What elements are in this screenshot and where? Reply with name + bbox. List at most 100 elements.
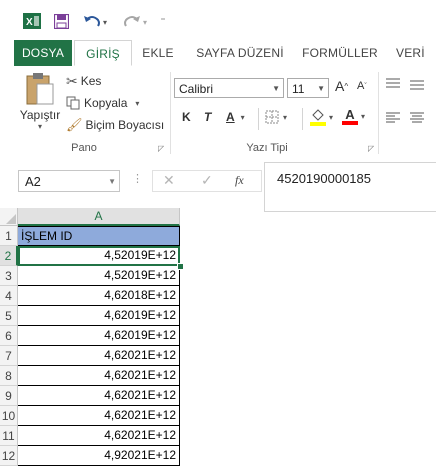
format-painter-label: Biçim Boyacısı	[85, 118, 165, 132]
redo-icon[interactable]: ▾	[120, 10, 154, 32]
header-cell[interactable]: İŞLEM ID	[18, 226, 180, 246]
paste-button[interactable]: Yapıştır ▾	[18, 72, 62, 132]
copy-icon	[66, 96, 80, 110]
data-cell[interactable]: 4,62021E+12	[18, 346, 180, 366]
row-header[interactable]: 12	[0, 446, 18, 466]
font-launcher-icon[interactable]: ◸	[368, 144, 374, 153]
align-top-button[interactable]	[386, 78, 400, 90]
data-cell[interactable]: 4,62021E+12	[18, 426, 180, 446]
paste-label: Yapıştır	[19, 108, 61, 122]
chevron-down-icon: ▾	[240, 112, 245, 122]
chevron-down-icon: ▾	[283, 112, 288, 122]
row-header[interactable]: 5	[0, 306, 18, 326]
formula-input[interactable]: 4520190000185	[264, 162, 436, 212]
column-header-a[interactable]: A	[18, 208, 180, 226]
data-cell[interactable]: 4,52019E+12	[18, 246, 180, 266]
tab-data[interactable]: VERİ	[396, 40, 436, 66]
row-header[interactable]: 6	[0, 326, 18, 346]
font-color-bar	[342, 121, 358, 125]
undo-icon[interactable]: ▾	[80, 10, 114, 32]
brush-icon: 🖌	[66, 117, 83, 132]
font-name-value: Calibri	[179, 82, 214, 96]
align-left-icon	[386, 112, 400, 123]
font-name-select[interactable]: Calibri ▼	[174, 78, 284, 98]
align-middle-button[interactable]	[410, 78, 424, 90]
font-size-select[interactable]: 11 ▼	[287, 78, 329, 98]
data-cell[interactable]: 4,62019E+12	[18, 326, 180, 346]
copy-button[interactable]: Kopyala ▾	[66, 94, 139, 112]
data-cell[interactable]: 4,62021E+12	[18, 366, 180, 386]
data-cell[interactable]: 4,62019E+12	[18, 306, 180, 326]
formula-buttons: ✕ ✓ fx	[152, 170, 262, 192]
data-cell[interactable]: 4,92021E+12	[18, 446, 180, 466]
borders-icon	[265, 110, 279, 124]
tab-page-layout[interactable]: SAYFA DÜZENİ	[190, 40, 290, 66]
data-cell[interactable]: 4,62018E+12	[18, 286, 180, 306]
borders-button[interactable]: ▾	[265, 110, 287, 124]
clipboard-launcher-icon[interactable]: ◸	[158, 144, 164, 153]
select-all-corner[interactable]	[0, 208, 18, 226]
data-cell[interactable]: 4,52019E+12	[18, 266, 180, 286]
fill-color-button[interactable]: ▾	[310, 108, 333, 126]
ribbon: Yapıştır ▾ ✂ Kes Kopyala ▾ 🖌 Biçim Boyac…	[0, 66, 436, 159]
cut-button[interactable]: ✂ Kes	[66, 72, 101, 90]
svg-text:▾: ▾	[143, 18, 147, 27]
row-header[interactable]: 8	[0, 366, 18, 386]
font-size-value: 11	[292, 82, 305, 96]
paste-icon	[26, 73, 54, 105]
group-separator	[378, 72, 379, 154]
align-top-icon	[386, 78, 400, 88]
chevron-down-icon: ▾	[135, 98, 140, 108]
data-cell[interactable]: 4,62021E+12	[18, 386, 180, 406]
tab-insert[interactable]: EKLE	[136, 40, 180, 66]
data-cell[interactable]: 4,62021E+12	[18, 406, 180, 426]
excel-logo-icon: X	[22, 10, 42, 32]
font-color-label: A	[345, 107, 355, 122]
quick-access-toolbar: X ▾ ▾ ⁼	[0, 0, 436, 40]
group-separator	[170, 72, 171, 154]
underline-button[interactable]: A ▾	[226, 110, 245, 124]
chevron-down-icon: ▼	[272, 84, 280, 93]
worksheet-grid: A 1 İŞLEM ID 2 4,52019E+12 3 4,52019E+12 4 4,62…	[0, 208, 436, 476]
fill-handle[interactable]	[177, 263, 184, 270]
group-label-font: Yazı Tipi	[246, 142, 288, 154]
bold-label: K	[182, 110, 191, 124]
align-left-button[interactable]	[386, 112, 400, 124]
cut-label: Kes	[80, 74, 102, 88]
tab-home[interactable]: GİRİŞ	[74, 40, 132, 66]
svg-text:▾: ▾	[103, 18, 107, 27]
grow-font-button[interactable]: A ^	[335, 78, 348, 94]
group-separator	[258, 108, 259, 130]
row-header[interactable]: 3	[0, 266, 18, 286]
shrink-font-button[interactable]: Aˇ	[357, 80, 367, 92]
font-color-button[interactable]: A ▾	[342, 108, 365, 125]
align-center-button[interactable]	[410, 112, 424, 124]
bold-button[interactable]: K	[182, 110, 191, 124]
row-header[interactable]: 4	[0, 286, 18, 306]
name-box[interactable]: A2 ▼	[18, 170, 120, 192]
group-label-clipboard: Pano	[71, 142, 97, 154]
row-header[interactable]: 11	[0, 426, 18, 446]
tab-file[interactable]: DOSYA	[14, 40, 72, 66]
format-painter-button[interactable]: 🖌 Biçim Boyacısı	[66, 116, 164, 134]
row-header[interactable]: 10	[0, 406, 18, 426]
italic-button[interactable]: T	[204, 110, 211, 124]
copy-label: Kopyala	[84, 96, 128, 110]
insert-function-icon[interactable]: fx	[235, 173, 244, 188]
chevron-down-icon: ▼	[317, 84, 325, 93]
enter-icon[interactable]: ✓	[201, 172, 213, 189]
save-icon[interactable]	[52, 10, 70, 32]
cancel-icon[interactable]: ✕	[163, 172, 175, 189]
shrink-font-label: A	[357, 80, 365, 92]
tab-formulas[interactable]: FORMÜLLER	[298, 40, 382, 66]
customize-quick-access-icon[interactable]: ⁼	[156, 10, 170, 32]
chevron-down-icon: ▾	[329, 112, 334, 122]
row-header[interactable]: 9	[0, 386, 18, 406]
formula-bar-splitter-icon[interactable]: ⋮	[132, 172, 143, 185]
row-header[interactable]: 2	[0, 246, 18, 266]
ribbon-tabs: DOSYA GİRİŞ EKLE SAYFA DÜZENİ FORMÜLLER …	[0, 40, 436, 67]
row-header[interactable]: 1	[0, 226, 18, 246]
underline-label: A	[226, 110, 235, 124]
row-header[interactable]: 7	[0, 346, 18, 366]
formula-value: 4520190000185	[277, 171, 371, 186]
